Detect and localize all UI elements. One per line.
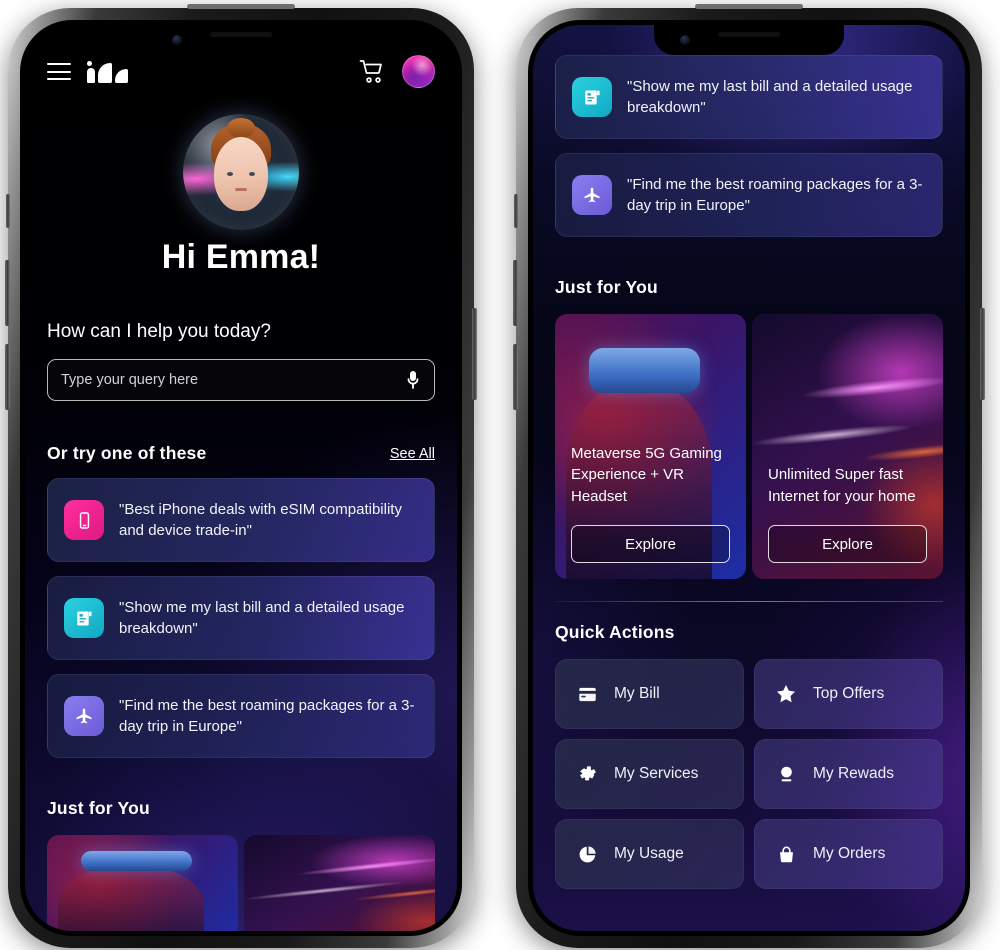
mobile-phone-icon bbox=[64, 500, 104, 540]
search-placeholder: Type your query here bbox=[61, 372, 199, 388]
assistant-prompt: How can I help you today? bbox=[47, 321, 271, 342]
volume-down-button[interactable] bbox=[513, 344, 518, 410]
phone-bezel-right: "Show me my last bill and a detailed usa… bbox=[528, 20, 970, 936]
quick-action-my-bill[interactable]: My Bill bbox=[555, 659, 744, 729]
just-for-you-title: Just for You bbox=[555, 277, 658, 297]
gear-icon bbox=[576, 763, 598, 785]
bill-document-icon bbox=[64, 598, 104, 638]
device-notch-left bbox=[146, 25, 336, 55]
volume-up-button[interactable] bbox=[513, 260, 518, 326]
quick-action-label: My Services bbox=[614, 765, 699, 782]
airplane-icon bbox=[572, 175, 612, 215]
screen-content-left: Hi Emma! How can I help you today? Type … bbox=[25, 25, 457, 931]
offer-carousel bbox=[47, 835, 435, 931]
earpiece-speaker bbox=[210, 32, 272, 37]
suggestion-text: "Find me the best roaming packages for a… bbox=[627, 175, 923, 214]
greeting-title: Hi Emma! bbox=[161, 238, 321, 276]
offer-carousel: Metaverse 5G Gaming Experience + VR Head… bbox=[555, 314, 943, 579]
phone-device-right: "Show me my last bill and a detailed usa… bbox=[513, 4, 985, 948]
front-camera bbox=[172, 35, 182, 45]
volume-down-button[interactable] bbox=[5, 344, 10, 410]
star-icon bbox=[775, 683, 797, 705]
phone-device-left: Hi Emma! How can I help you today? Type … bbox=[5, 4, 477, 948]
suggestion-text: "Show me my last bill and a detailed usa… bbox=[119, 598, 405, 637]
screen-right: "Show me my last bill and a detailed usa… bbox=[533, 25, 965, 931]
quick-action-label: My Usage bbox=[614, 845, 684, 862]
neon-waves-photo bbox=[244, 835, 435, 931]
suggestion-text: "Best iPhone deals with eSIM compatibili… bbox=[119, 500, 402, 539]
award-medal-icon bbox=[775, 763, 797, 785]
screenshot-stage: Hi Emma! How can I help you today? Type … bbox=[0, 0, 1000, 950]
quick-actions-grid: My Bill Top Offers My Services My Rewads… bbox=[555, 659, 943, 889]
quick-action-my-orders[interactable]: My Orders bbox=[754, 819, 943, 889]
mute-switch[interactable] bbox=[6, 194, 10, 228]
quick-action-label: My Orders bbox=[813, 845, 886, 862]
suggestion-card[interactable]: "Find me the best roaming packages for a… bbox=[47, 674, 435, 758]
earpiece-speaker bbox=[718, 32, 780, 37]
see-all-link[interactable]: See All bbox=[390, 446, 435, 462]
explore-button[interactable]: Explore bbox=[768, 525, 927, 563]
mute-switch[interactable] bbox=[514, 194, 518, 228]
search-input[interactable]: Type your query here bbox=[47, 359, 435, 401]
quick-action-label: Top Offers bbox=[813, 685, 885, 702]
suggestion-text: "Find me the best roaming packages for a… bbox=[119, 696, 415, 735]
vr-goggles-graphic bbox=[81, 850, 193, 871]
quick-action-my-services[interactable]: My Services bbox=[555, 739, 744, 809]
quick-actions-title: Quick Actions bbox=[555, 622, 675, 642]
pie-chart-icon bbox=[576, 843, 598, 865]
shopping-cart-icon[interactable] bbox=[359, 59, 386, 85]
device-top-speaker-line-right bbox=[695, 4, 803, 9]
quick-action-label: My Rewads bbox=[813, 765, 894, 782]
quick-action-label: My Bill bbox=[614, 685, 660, 702]
power-button[interactable] bbox=[472, 308, 477, 400]
quick-action-my-usage[interactable]: My Usage bbox=[555, 819, 744, 889]
hamburger-menu-icon[interactable] bbox=[47, 63, 71, 80]
shopping-bag-icon bbox=[775, 843, 797, 865]
airplane-icon bbox=[64, 696, 104, 736]
offer-title: Unlimited Super fast Internet for your h… bbox=[768, 466, 916, 505]
quick-action-my-rewards[interactable]: My Rewads bbox=[754, 739, 943, 809]
bill-document-icon bbox=[572, 77, 612, 117]
device-top-speaker-line bbox=[187, 4, 295, 9]
hero-section: Hi Emma! bbox=[25, 114, 457, 277]
assistant-section: How can I help you today? Type your quer… bbox=[25, 321, 457, 931]
offer-card[interactable] bbox=[244, 835, 435, 931]
brand-logo bbox=[87, 60, 128, 83]
quick-action-top-offers[interactable]: Top Offers bbox=[754, 659, 943, 729]
offer-card-body: Metaverse 5G Gaming Experience + VR Head… bbox=[555, 314, 746, 579]
just-for-you-title: Just for You bbox=[47, 798, 150, 818]
device-notch-right bbox=[654, 25, 844, 55]
screen-content-right: "Show me my last bill and a detailed usa… bbox=[533, 25, 965, 931]
offer-title: Metaverse 5G Gaming Experience + VR Head… bbox=[571, 445, 722, 505]
assistant-orb-avatar bbox=[183, 114, 299, 230]
offer-card[interactable]: Unlimited Super fast Internet for your h… bbox=[752, 314, 943, 579]
vr-headset-photo bbox=[58, 866, 204, 931]
offer-card[interactable] bbox=[47, 835, 238, 931]
power-button[interactable] bbox=[980, 308, 985, 400]
screen-left: Hi Emma! How can I help you today? Type … bbox=[25, 25, 457, 931]
explore-button[interactable]: Explore bbox=[571, 525, 730, 563]
phone-bezel-left: Hi Emma! How can I help you today? Type … bbox=[20, 20, 462, 936]
suggestion-text: "Show me my last bill and a detailed usa… bbox=[627, 77, 913, 116]
suggestions-title: Or try one of these bbox=[47, 443, 207, 463]
offer-card[interactable]: Metaverse 5G Gaming Experience + VR Head… bbox=[555, 314, 746, 579]
user-avatar[interactable] bbox=[402, 55, 435, 88]
scrolled-view: "Show me my last bill and a detailed usa… bbox=[533, 25, 965, 889]
suggestion-card[interactable]: "Show me my last bill and a detailed usa… bbox=[555, 55, 943, 139]
front-camera bbox=[680, 35, 690, 45]
credit-card-icon bbox=[576, 683, 598, 705]
microphone-icon[interactable] bbox=[405, 370, 421, 390]
suggestion-card[interactable]: "Best iPhone deals with eSIM compatibili… bbox=[47, 478, 435, 562]
suggestions-header: Or try one of these See All bbox=[47, 443, 435, 464]
offer-card-body: Unlimited Super fast Internet for your h… bbox=[752, 314, 943, 579]
section-divider bbox=[555, 601, 943, 602]
volume-up-button[interactable] bbox=[5, 260, 10, 326]
suggestion-card[interactable]: "Find me the best roaming packages for a… bbox=[555, 153, 943, 237]
suggestion-card[interactable]: "Show me my last bill and a detailed usa… bbox=[47, 576, 435, 660]
